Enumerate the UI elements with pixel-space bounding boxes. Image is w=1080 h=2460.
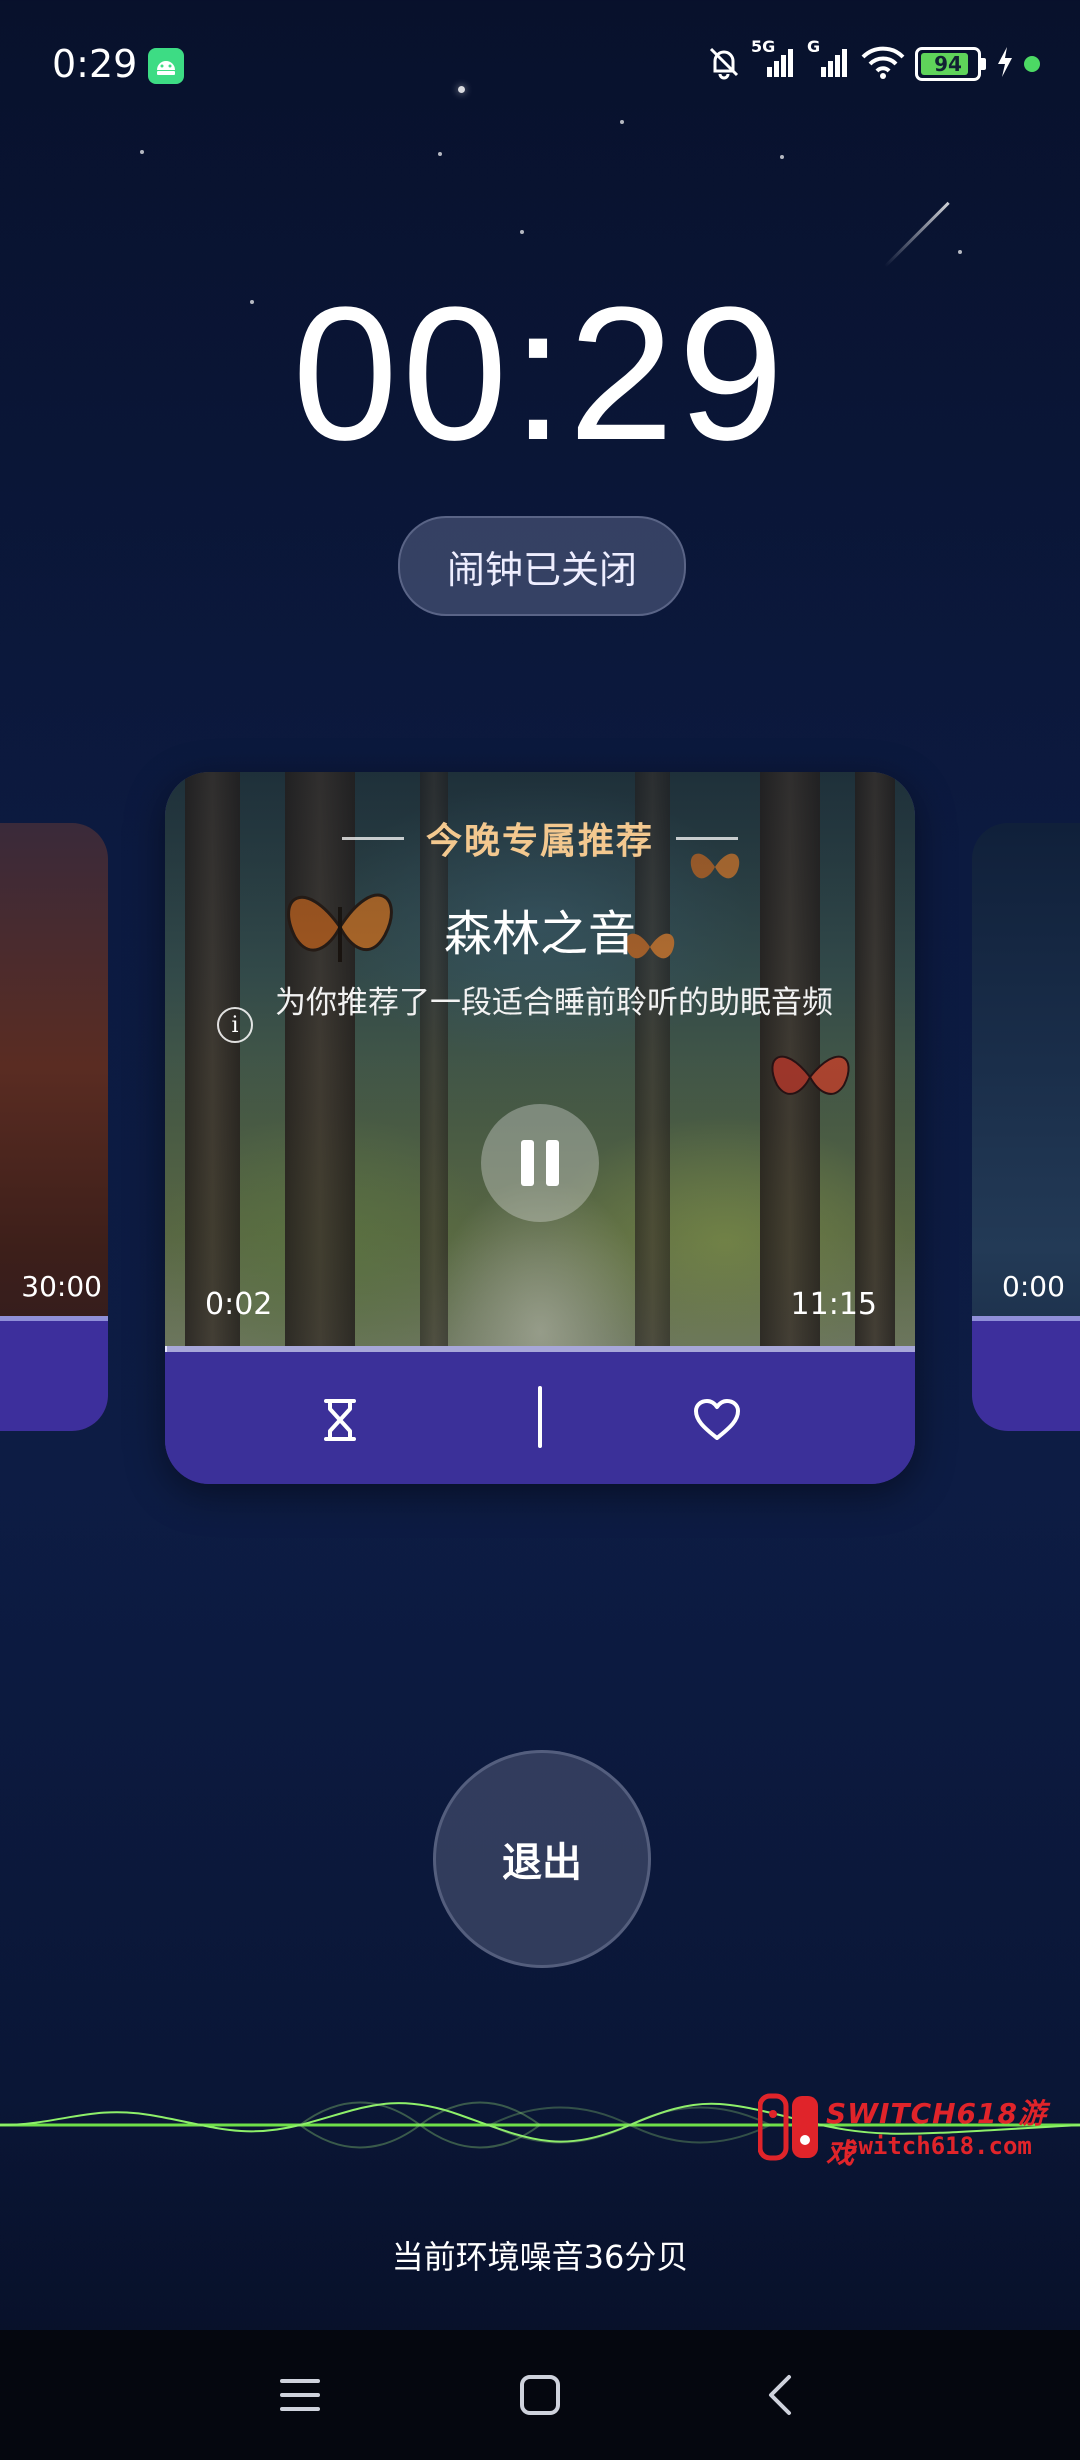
track-title: 森林之音 [443,906,636,962]
track-description: 为你推荐了一段适合睡前聆听的助眠音频 [275,985,833,1021]
sleep-timer-button[interactable] [310,1390,370,1450]
home-icon [520,2375,560,2415]
home-button[interactable] [505,2360,575,2430]
system-nav-bar [0,2330,1080,2460]
star [458,86,465,93]
back-icon [769,2375,791,2415]
pause-button[interactable] [481,1104,599,1222]
pause-icon [546,1140,559,1186]
menu-icon [280,2379,320,2411]
battery-icon: 94 [915,47,981,81]
heart-icon [694,1399,740,1440]
star [780,155,784,159]
switch-logo-icon [758,2093,818,2161]
card-action-bar [165,1352,915,1484]
signal-5g-label: 5G [751,37,776,56]
battery-tip [981,58,986,70]
hourglass-icon [324,1399,356,1441]
card-previous-action-bar [0,1321,108,1431]
header-dash-left [341,836,404,840]
star [438,152,442,156]
star [958,250,962,254]
total-duration: 11:15 [790,1287,877,1322]
header-dash-right [676,836,738,840]
clock-time: 00:29 [292,268,788,480]
alarm-status-pill[interactable]: 闹钟已关闭 [398,516,686,616]
recommend-header: 今晚专属推荐 [165,812,915,864]
wifi-icon [861,45,905,83]
watermark: SWITCH618游戏 switch618.com [758,2092,1068,2170]
favorite-button[interactable] [687,1390,747,1450]
charging-icon [996,47,1014,81]
battery-level: 94 [934,52,962,76]
star [140,150,144,154]
recommend-label: 今晚专属推荐 [425,821,654,862]
pause-icon [521,1140,534,1186]
card-previous-duration: 30:00 [21,1270,102,1303]
signal-g-icon: G [807,37,851,83]
star [520,230,524,234]
mute-bell-icon [705,43,743,85]
shooting-star [883,201,950,268]
back-button[interactable] [745,2360,815,2430]
exit-button[interactable]: 退出 [433,1750,651,1968]
status-time: 0:29 [52,42,138,86]
recommend-card: 今晚专属推荐 森林之音 i 为你推荐了一段适合睡前聆听的助眠音频 0:02 11… [165,772,915,1484]
android-icon [148,48,184,84]
elapsed-time: 0:02 [205,1287,273,1322]
privacy-indicator-dot [1024,56,1040,72]
card-previous[interactable]: 30:00 [0,823,108,1431]
card-next-elapsed: 0:00 [1002,1270,1065,1303]
menu-button[interactable] [265,2360,335,2430]
signal-g-label: G [807,37,821,56]
card-next-action-bar [972,1321,1080,1431]
action-divider [538,1386,542,1448]
ambient-noise-level: 当前环境噪音36分贝 [391,2238,689,2276]
info-icon[interactable]: i [217,1007,253,1043]
star [620,120,624,124]
signal-5g-icon: 5G [751,37,797,83]
watermark-url: switch618.com [844,2132,1032,2160]
card-next[interactable]: 0:00 [972,823,1080,1431]
status-icons: 5G G 94 [705,37,1040,85]
